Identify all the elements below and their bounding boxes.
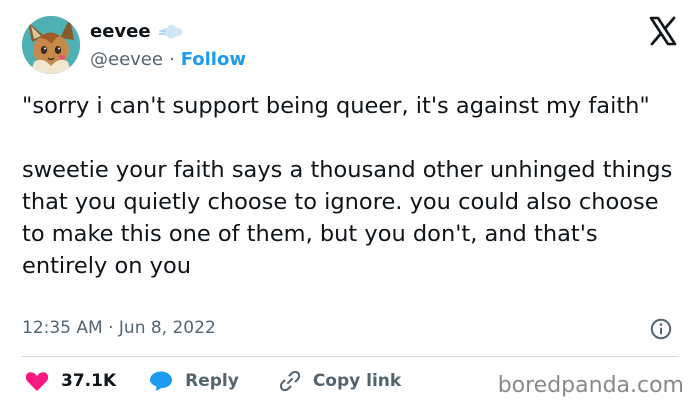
tweet-timestamp[interactable]: 12:35 AM · Jun 8, 2022 [22,318,216,338]
tweet-text: "sorry i can't support being queer, it's… [22,90,682,282]
tweet-paragraph-2: sweetie your faith says a thousand other… [22,157,673,279]
copy-link-label: Copy link [312,371,402,391]
tweet-paragraph-1: "sorry i can't support being queer, it's… [22,93,650,119]
divider [22,356,678,357]
like-count: 37.1K [61,371,117,391]
x-logo-icon[interactable] [648,16,678,46]
speech-bubble-icon [150,371,173,391]
handle-row: @eevee · Follow [90,49,246,70]
display-name[interactable]: eevee [90,21,151,42]
info-icon[interactable] [650,318,672,340]
reply-label: Reply [185,371,239,391]
heart-icon [25,372,49,391]
avatar-eevee-illustration [22,16,80,74]
like-button[interactable]: 37.1K [25,370,116,392]
follow-button[interactable]: Follow [181,49,246,70]
reply-button[interactable]: Reply [149,370,239,392]
copy-link-button[interactable]: Copy link [279,370,401,392]
tweet-actions: 37.1K Reply Copy link [25,370,401,392]
author-handle[interactable]: @eevee [90,49,163,70]
link-icon [279,370,300,392]
author-name-row: eevee [90,21,187,42]
avatar[interactable] [22,16,80,74]
boredpanda-watermark: boredpanda.com [497,373,684,398]
cloud-puff-icon [158,24,182,38]
handle-separator: · [168,49,175,70]
